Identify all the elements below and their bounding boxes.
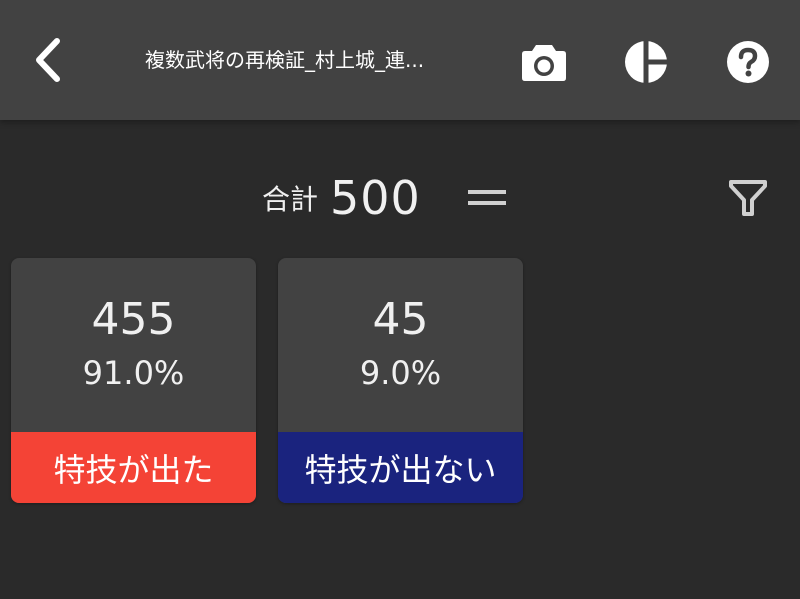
- card-count: 455: [91, 294, 176, 345]
- chart-button[interactable]: [620, 36, 672, 88]
- card-label: 特技が出た: [11, 432, 256, 503]
- filter-button[interactable]: [722, 172, 774, 224]
- card-percent: 9.0%: [359, 354, 442, 392]
- card-label: 特技が出ない: [278, 432, 523, 503]
- app-root: 複数武将の再検証_村上城_連... 合計 500 455 91.0% 特技が出た…: [0, 0, 800, 599]
- total-summary: 合計 500: [262, 168, 421, 228]
- help-icon: [727, 41, 769, 83]
- help-button[interactable]: [722, 36, 774, 88]
- chevron-left-icon: [36, 38, 60, 82]
- camera-button[interactable]: [518, 36, 570, 88]
- result-card-failure[interactable]: 45 9.0% 特技が出ない: [278, 258, 523, 503]
- top-app-bar: 複数武将の再検証_村上城_連...: [0, 0, 800, 120]
- result-card-success[interactable]: 455 91.0% 特技が出た: [11, 258, 256, 503]
- equals-icon: [468, 190, 506, 205]
- total-label: 合計: [262, 183, 319, 216]
- pie-chart-icon: [625, 40, 668, 84]
- back-button[interactable]: [22, 32, 74, 88]
- total-value: 500: [330, 171, 421, 225]
- camera-icon: [522, 45, 566, 81]
- card-percent: 91.0%: [82, 354, 185, 392]
- equals-button[interactable]: [462, 176, 512, 220]
- page-title: 複数武将の再検証_村上城_連...: [145, 48, 425, 72]
- card-count: 45: [372, 294, 429, 345]
- filter-icon: [729, 180, 767, 216]
